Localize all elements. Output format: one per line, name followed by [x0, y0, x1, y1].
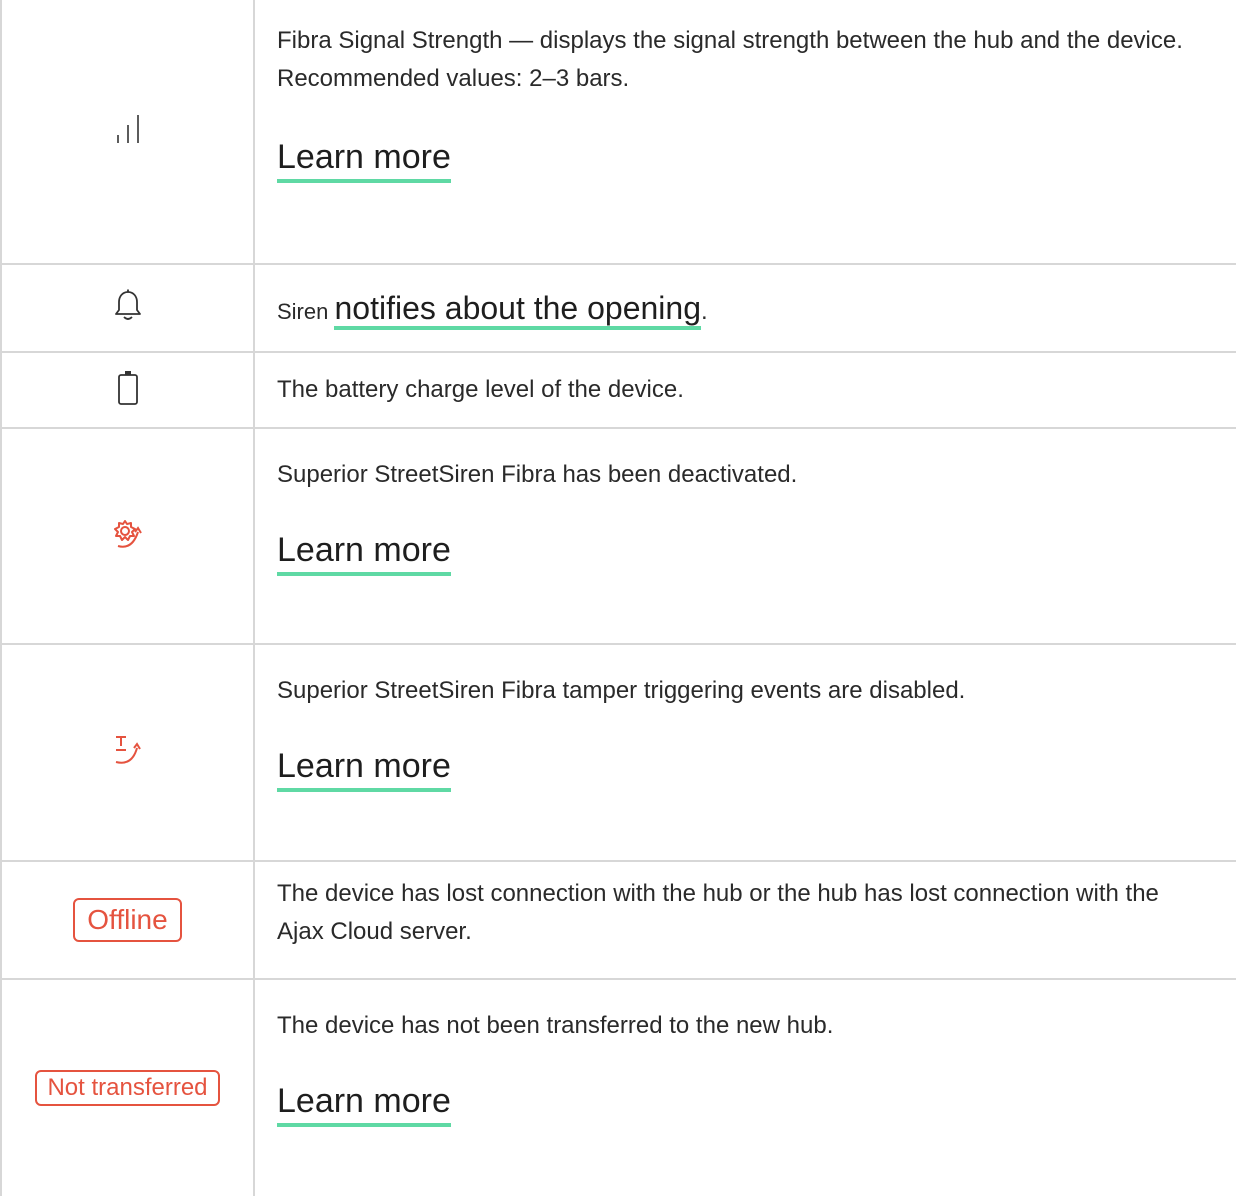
- table-row: Fibra Signal Strength — displays the sig…: [2, 0, 1236, 265]
- description-cell: The battery charge level of the device.: [255, 353, 1236, 427]
- not-transferred-badge: Not transferred: [35, 1070, 220, 1106]
- description-cell: The device has lost connection with the …: [255, 862, 1236, 978]
- icon-cell: Offline: [2, 862, 255, 978]
- table-row: Not transferred The device has not been …: [2, 980, 1236, 1196]
- offline-badge: Offline: [73, 898, 182, 942]
- signal-strength-icon: [108, 109, 148, 154]
- icon-cell: [2, 645, 255, 860]
- description-text: The device has not been transferred to t…: [277, 1012, 834, 1039]
- table-row: The battery charge level of the device.: [2, 353, 1236, 429]
- icon-cell: [2, 429, 255, 643]
- description-text: Superior StreetSiren Fibra has been deac…: [277, 461, 798, 488]
- description-cell: Fibra Signal Strength — displays the sig…: [255, 0, 1236, 263]
- icon-cell: Not transferred: [2, 980, 255, 1196]
- table-row: Siren notifies about the opening.: [2, 265, 1236, 353]
- icon-cell: [2, 353, 255, 427]
- description-prefix: Siren: [277, 298, 335, 324]
- table-row: Offline The device has lost connection w…: [2, 862, 1236, 980]
- learn-more-link[interactable]: Learn more: [277, 744, 451, 792]
- description-cell: Superior StreetSiren Fibra tamper trigge…: [255, 645, 1236, 860]
- table-row: Superior StreetSiren Fibra tamper trigge…: [2, 645, 1236, 862]
- notifies-opening-link[interactable]: notifies about the opening: [334, 289, 701, 330]
- table-row: Superior StreetSiren Fibra has been deac…: [2, 429, 1236, 645]
- learn-more-link[interactable]: Learn more: [277, 135, 451, 183]
- description-text: The device has lost connection with the …: [277, 880, 1159, 945]
- bell-icon: [113, 289, 143, 328]
- learn-more-link[interactable]: Learn more: [277, 1079, 451, 1127]
- learn-more-link[interactable]: Learn more: [277, 528, 451, 576]
- gear-deactivated-icon: [110, 516, 146, 557]
- icon-cell: [2, 265, 255, 351]
- description-cell: The device has not been transferred to t…: [255, 980, 1236, 1196]
- description-suffix: .: [701, 297, 708, 325]
- status-icons-table: Fibra Signal Strength — displays the sig…: [0, 0, 1236, 1196]
- tamper-disabled-icon: [110, 732, 146, 773]
- battery-icon: [117, 370, 139, 411]
- description-cell: Superior StreetSiren Fibra has been deac…: [255, 429, 1236, 643]
- description-text: Fibra Signal Strength — displays the sig…: [277, 27, 1183, 92]
- icon-cell: [2, 0, 255, 263]
- description-cell: Siren notifies about the opening.: [255, 265, 1236, 351]
- description-text: The battery charge level of the device.: [277, 376, 684, 403]
- description-text: Superior StreetSiren Fibra tamper trigge…: [277, 677, 966, 704]
